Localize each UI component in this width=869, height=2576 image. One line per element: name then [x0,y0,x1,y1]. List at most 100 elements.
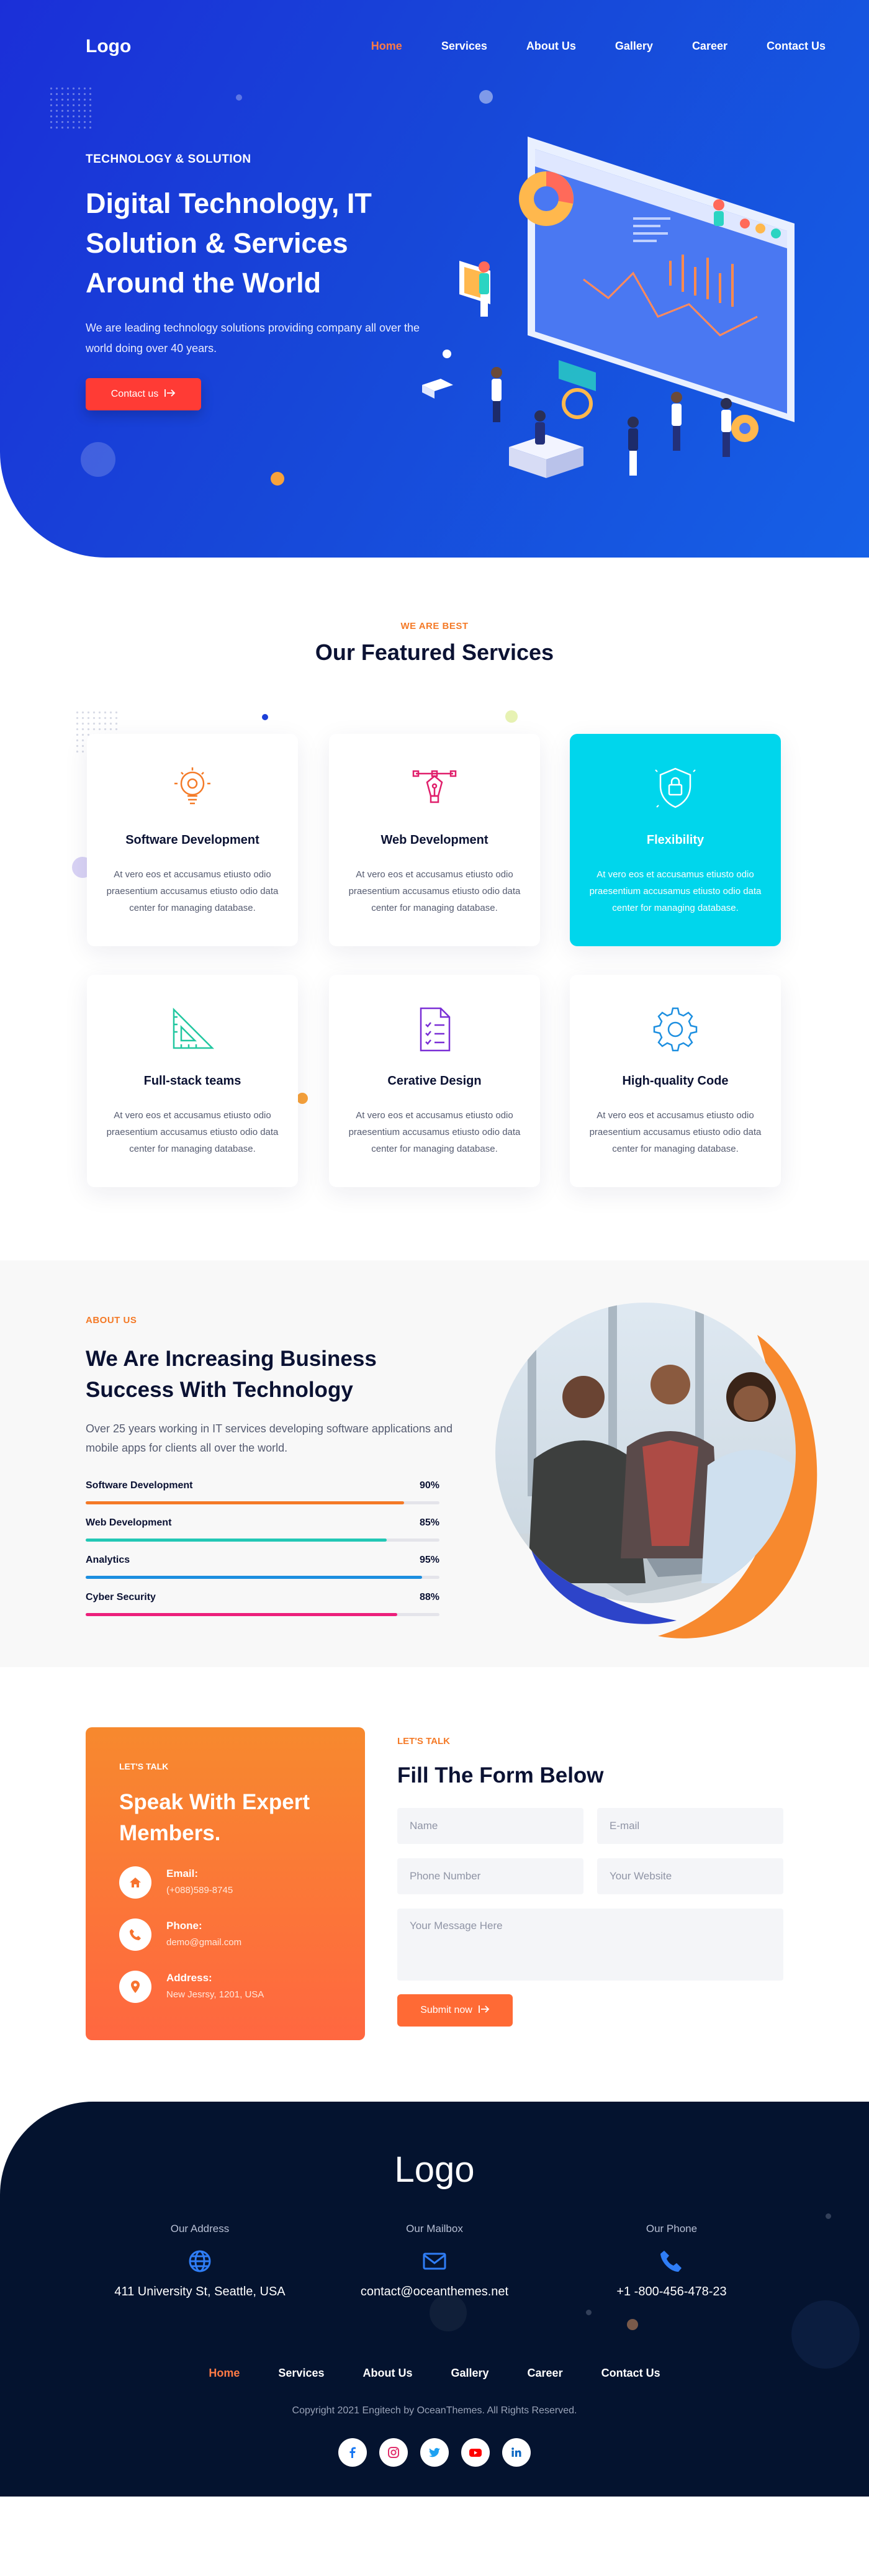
social-links [0,2438,869,2467]
hero-title: Digital Technology, IT Solution & Servic… [86,188,372,299]
home-icon [119,1866,151,1899]
service-card-title: Software Development [125,833,259,847]
footer-col-label: Our Mailbox [406,2223,463,2235]
name-input[interactable] [397,1808,583,1844]
dots-decoration [48,86,93,130]
phone-icon [119,1918,151,1951]
arrow-right-icon [478,2005,490,2017]
decor-circle [826,2213,831,2219]
services-title: Our Featured Services [315,639,554,665]
submit-button[interactable]: Submit now [397,1994,513,2027]
footer-nav-contact-us[interactable]: Contact Us [601,2367,660,2380]
service-card[interactable]: High-quality Code At vero eos et accusam… [570,975,781,1187]
skill-percent: 88% [419,1592,439,1602]
facebook-icon[interactable] [338,2438,367,2467]
submit-label: Submit now [420,2005,472,2015]
services-kicker: WE ARE BEST [400,621,469,631]
skill-name: Software Development [86,1480,193,1491]
decor-circle [791,2300,860,2369]
nav-home[interactable]: Home [371,40,402,53]
service-card-text: At vero eos et accusamus etiusto odio pr… [348,869,521,913]
service-card-title: Full-stack teams [143,1074,241,1088]
skill-track [86,1576,439,1579]
contact-email-item: Email: (+088)589-8745 [119,1866,349,1904]
decor-circle [236,94,242,101]
service-card-title: High-quality Code [622,1074,729,1088]
email-input[interactable] [597,1808,783,1844]
hero-kicker: TECHNOLOGY & SOLUTION [86,153,251,166]
footer-nav-gallery[interactable]: Gallery [451,2367,489,2380]
service-card-text: At vero eos et accusamus etiusto odio pr… [106,869,279,913]
youtube-icon[interactable] [461,2438,490,2467]
nav-about-us[interactable]: About Us [526,40,576,53]
form-kicker: LET'S TALK [397,1736,450,1747]
skill-progress-fill [86,1576,422,1579]
phone-input[interactable] [397,1858,583,1894]
service-card[interactable]: Full-stack teams At vero eos et accusamu… [87,975,298,1187]
instagram-icon[interactable] [379,2438,408,2467]
decor-circle [505,710,518,723]
skill-name: Analytics [86,1555,130,1565]
nav-services[interactable]: Services [441,40,487,53]
decor-circle [430,2294,467,2331]
nav-gallery[interactable]: Gallery [615,40,653,53]
footer-mailbox: Our Mailbox contact@oceanthemes.net [317,2223,552,2299]
contact-value: New Jesrsy, 1201, USA [166,1989,264,2000]
decor-circle [479,90,493,104]
form-title: Fill The Form Below [397,1763,604,1787]
skill-progress-fill [86,1613,397,1616]
decor-circle [271,472,284,486]
service-card[interactable]: Web Development At vero eos et accusamus… [329,734,540,946]
service-card-text: At vero eos et accusamus etiusto odio pr… [106,1110,279,1154]
phone-icon [659,2249,684,2274]
about-kicker: ABOUT US [86,1315,137,1326]
globe-icon [187,2249,212,2274]
hero-illustration [422,137,795,478]
service-card-text: At vero eos et accusamus etiusto odio pr… [348,1110,521,1154]
team-photo [495,1303,817,1638]
footer-nav-career[interactable]: Career [528,2367,563,2380]
skill-track [86,1539,439,1542]
footer-logo[interactable]: Logo [0,2149,869,2190]
logo[interactable]: Logo [86,36,131,57]
nav-contact-us[interactable]: Contact Us [767,40,826,53]
footer-phone: Our Phone +1 -800-456-478-23 [554,2223,790,2299]
decor-circle [586,2310,592,2315]
footer-nav-services[interactable]: Services [278,2367,324,2380]
message-textarea[interactable] [397,1909,783,1981]
skill-name: Cyber Security [86,1592,156,1602]
location-pin-icon [119,1971,151,2003]
decor-circle [627,2319,638,2330]
footer-col-value[interactable]: contact@oceanthemes.net [317,2285,552,2299]
contact-value: demo@gmail.com [166,1937,242,1948]
footer-nav-home[interactable]: Home [209,2367,240,2380]
service-card-title: Cerative Design [387,1074,482,1088]
linkedin-icon[interactable] [502,2438,531,2467]
set-square-icon [168,1005,217,1054]
service-card[interactable]: Cerative Design At vero eos et accusamus… [329,975,540,1187]
footer-address: Our Address 411 University St, Seattle, … [82,2223,318,2299]
service-card-highlighted[interactable]: Flexibility At vero eos et accusamus eti… [570,734,781,946]
footer-nav-about-us[interactable]: About Us [362,2367,412,2380]
nav-career[interactable]: Career [692,40,727,53]
twitter-icon[interactable] [420,2438,449,2467]
decor-circle [262,714,268,720]
skill-percent: 85% [419,1517,439,1528]
skill-row: Cyber Security 88% [86,1592,439,1617]
footer-col-label: Our Phone [646,2223,698,2235]
checklist-document-icon [410,1005,459,1054]
about-description: Over 25 years working in IT services dev… [86,1422,453,1454]
service-card[interactable]: Software Development At vero eos et accu… [87,734,298,946]
lightbulb-gear-icon [168,764,217,813]
skill-track [86,1613,439,1616]
footer-col-value[interactable]: +1 -800-456-478-23 [554,2285,790,2299]
skill-percent: 95% [419,1555,439,1565]
contact-us-button[interactable]: Contact us [86,378,201,410]
shield-lock-icon [651,764,700,813]
about-title: We Are Increasing Business Success With … [86,1347,377,1402]
contact-phone-item: Phone: demo@gmail.com [119,1918,349,1956]
skill-percent: 90% [419,1480,439,1491]
website-input[interactable] [597,1858,783,1894]
contact-label: Address: [166,1972,212,1984]
contact-title: Speak With Expert Members. [119,1790,310,1845]
